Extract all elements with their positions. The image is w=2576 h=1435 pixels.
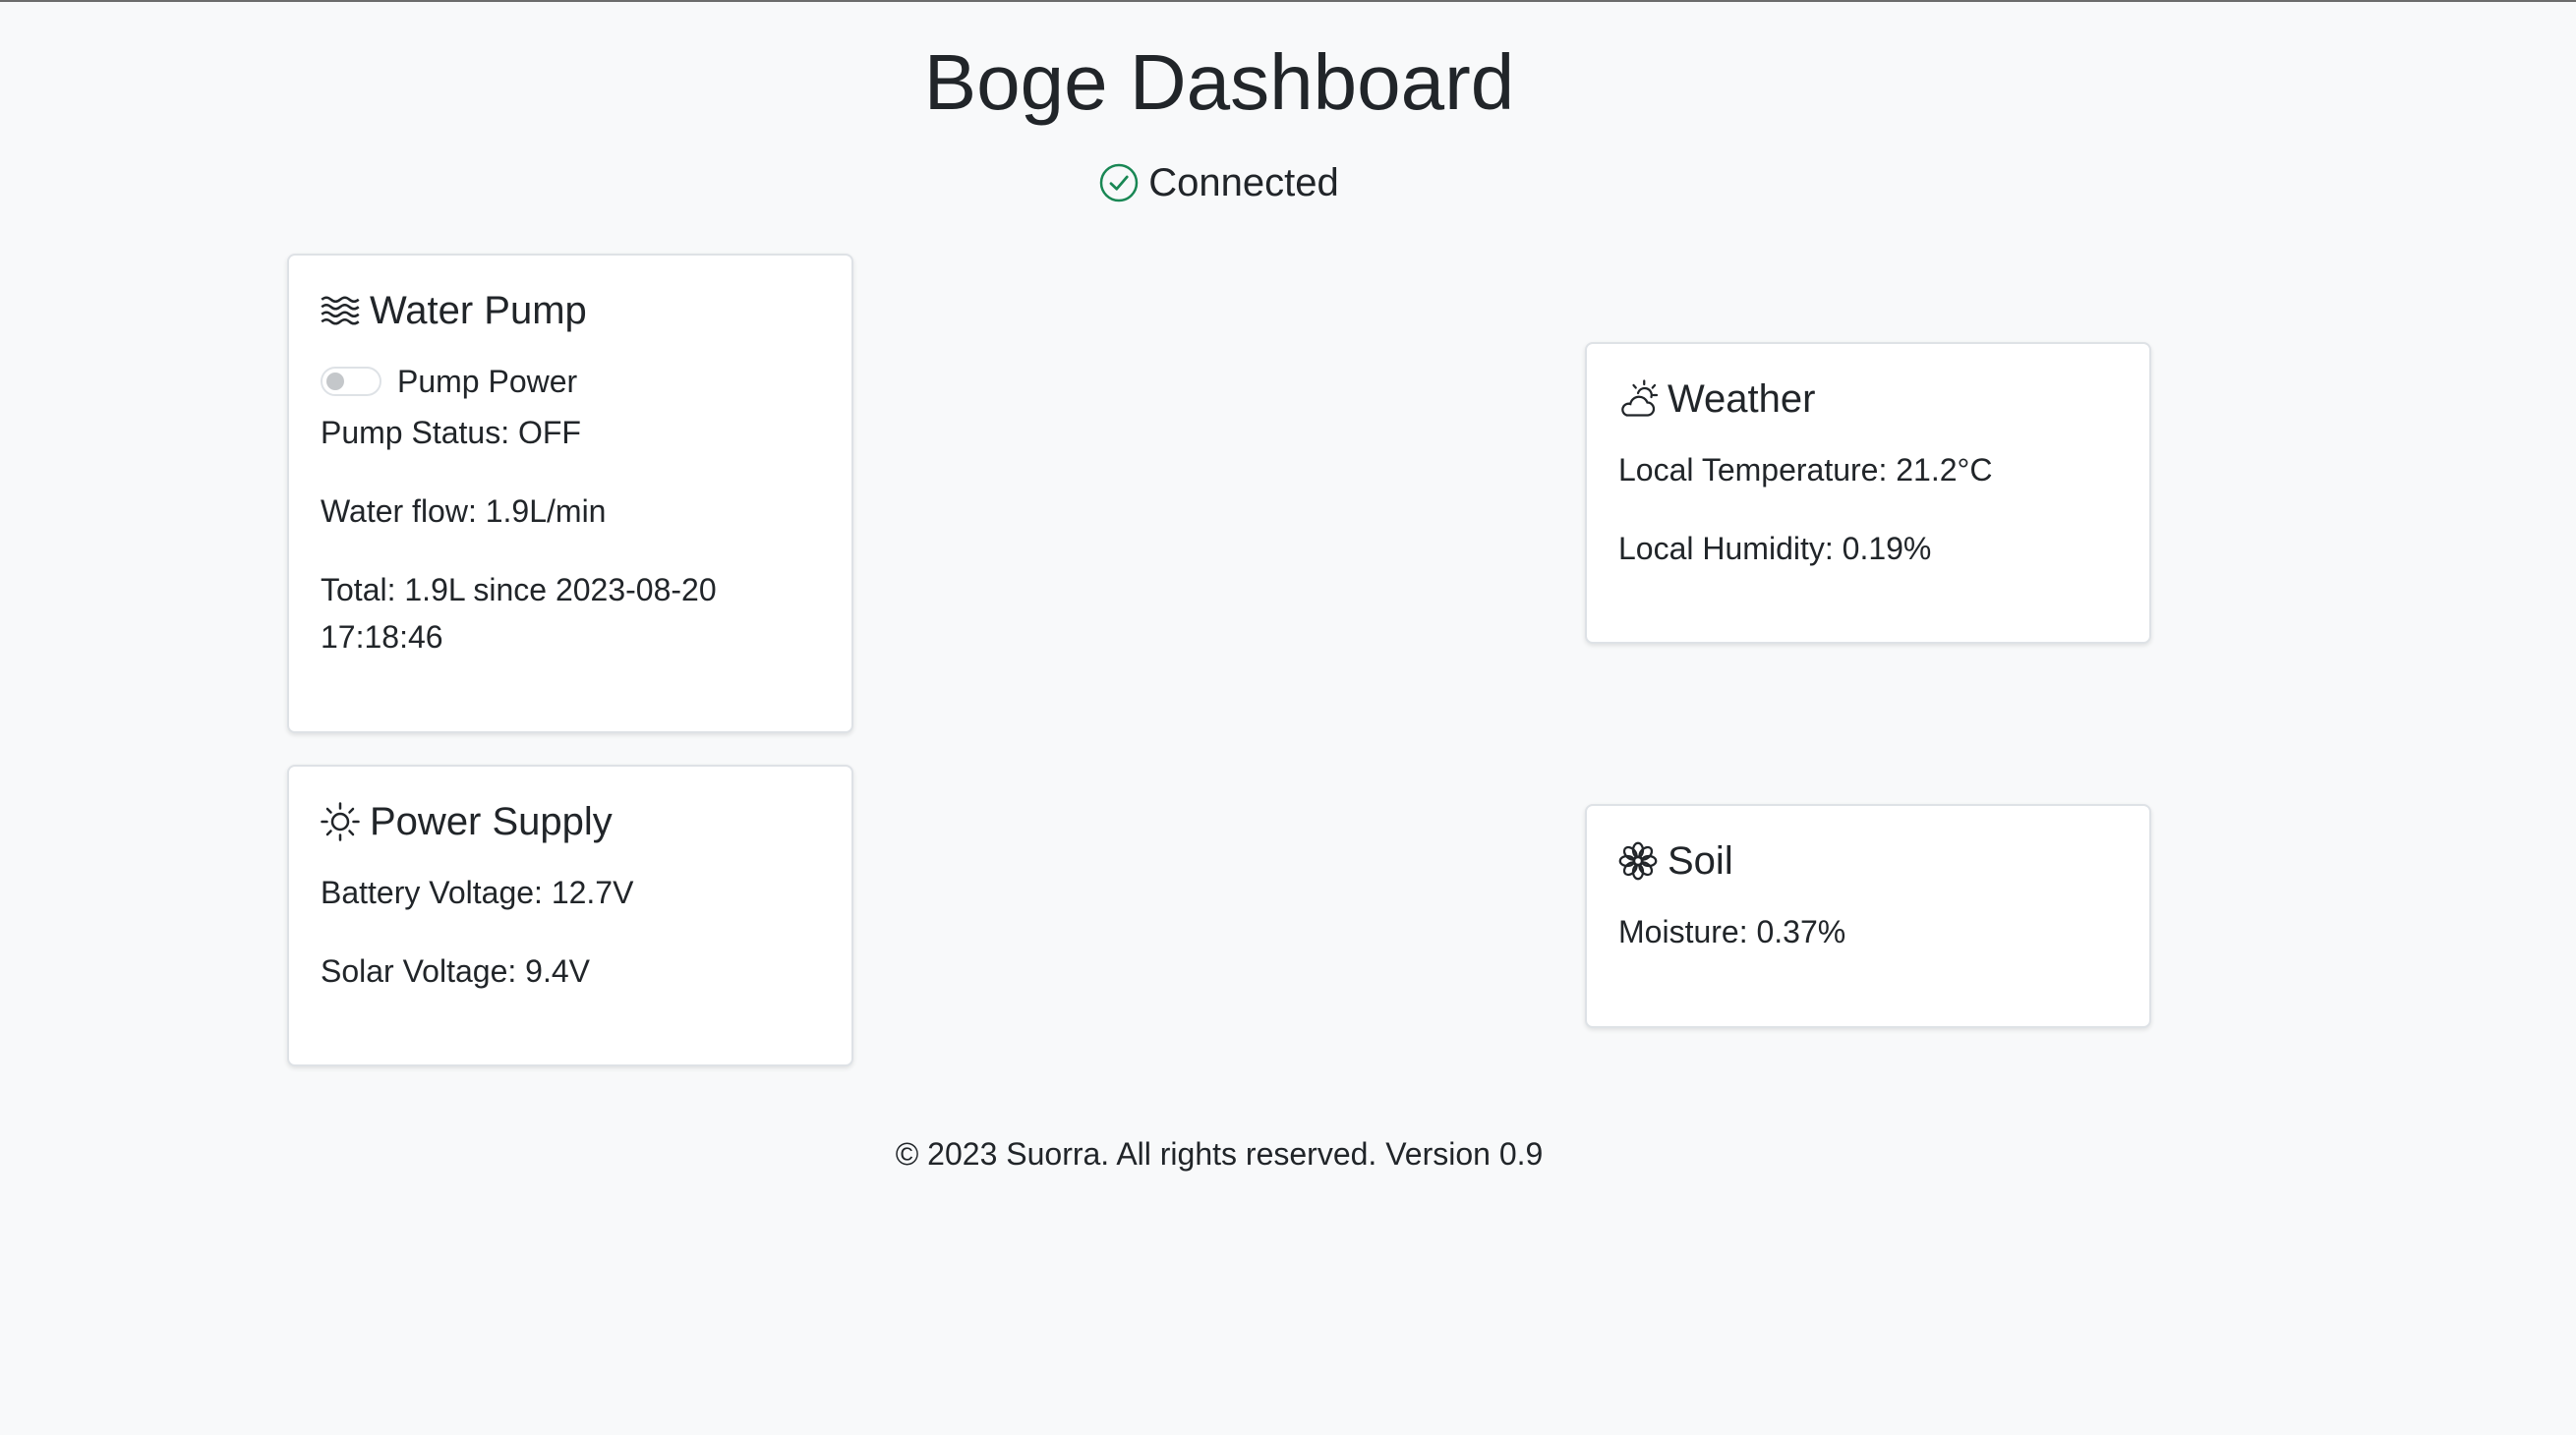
pump-power-toggle[interactable] <box>321 367 381 396</box>
water-total-text: Total: 1.9L since 2023-08-20 17:18:46 <box>321 566 820 660</box>
check-circle-icon <box>1100 163 1139 202</box>
moisture-text: Moisture: 0.37% <box>1618 914 1846 949</box>
weather-card: Weather Local Temperature: 21.2°C Local … <box>1585 342 2151 644</box>
water-total-line1: Total: 1.9L since 2023-08-20 <box>321 572 717 607</box>
cloud-sun-icon <box>1621 379 1658 417</box>
connection-status-label: Connected <box>1148 161 1339 204</box>
weather-title-label: Weather <box>1668 376 1816 421</box>
pump-status-text: Pump Status: OFF <box>321 415 581 450</box>
local-temperature-text: Local Temperature: 21.2°C <box>1618 452 1993 488</box>
local-humidity-text: Local Humidity: 0.19% <box>1618 531 1932 566</box>
water-waves-icon <box>321 296 360 325</box>
water-pump-card: Water Pump Pump Power Pump Status: OFF W… <box>287 254 853 733</box>
battery-voltage-text: Battery Voltage: 12.7V <box>321 875 634 910</box>
power-supply-title-label: Power Supply <box>370 799 613 843</box>
sun-icon <box>321 802 360 841</box>
page-title: Boge Dashboard <box>923 38 1515 126</box>
water-total-line2: 17:18:46 <box>321 619 443 655</box>
pump-power-row: Pump Power <box>321 358 820 405</box>
toggle-knob <box>326 373 344 390</box>
connection-status: Connected <box>0 153 2438 212</box>
pump-power-label: Pump Power <box>397 364 578 399</box>
power-supply-card: Power Supply Battery Voltage: 12.7V Sola… <box>287 765 853 1066</box>
soil-title: Soil <box>1618 832 2118 890</box>
solar-voltage-text: Solar Voltage: 9.4V <box>321 953 590 989</box>
flower-icon <box>1618 841 1658 881</box>
water-pump-title-label: Water Pump <box>370 288 587 332</box>
weather-title: Weather <box>1618 370 2118 429</box>
water-pump-title: Water Pump <box>321 281 820 340</box>
soil-title-label: Soil <box>1668 838 1733 883</box>
footer-copyright: © 2023 Suorra. All rights reserved. Vers… <box>895 1136 1544 1172</box>
water-flow-text: Water flow: 1.9L/min <box>321 493 607 529</box>
power-supply-title: Power Supply <box>321 792 820 851</box>
soil-card: Soil Moisture: 0.37% <box>1585 804 2151 1028</box>
top-border <box>0 0 2576 2</box>
